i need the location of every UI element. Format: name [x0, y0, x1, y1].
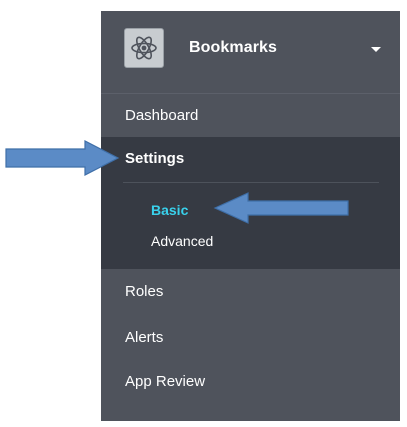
callout-arrow-left [213, 192, 349, 224]
sidebar-item-app-review[interactable]: App Review [101, 359, 400, 403]
app-name: Bookmarks [189, 39, 278, 56]
sidebar-item-alerts[interactable]: Alerts [101, 315, 400, 359]
atom-icon [124, 28, 164, 68]
sidebar-item-label: App Review [125, 372, 206, 390]
sidebar-item-label: Dashboard [125, 107, 199, 124]
callout-arrow-right [5, 140, 120, 176]
caret-down-icon[interactable] [371, 47, 381, 52]
sidebar-item-settings[interactable]: Settings [125, 150, 184, 167]
sidebar-item-label: Roles [125, 282, 164, 300]
divider [123, 182, 379, 183]
sidebar-item-roles[interactable]: Roles [101, 269, 400, 313]
sidebar-item-label: Alerts [125, 328, 164, 346]
sidebar-subitem-basic[interactable]: Basic [151, 202, 188, 218]
sidebar-subitem-advanced[interactable]: Advanced [151, 233, 213, 249]
app-switcher[interactable]: Bookmarks [101, 11, 400, 89]
sidebar-item-dashboard[interactable]: Dashboard [101, 93, 400, 137]
